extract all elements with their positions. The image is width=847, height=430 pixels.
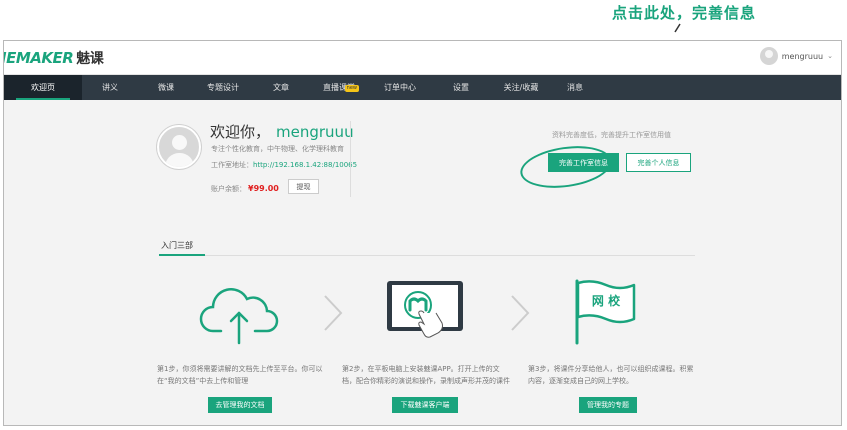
- manage-topics-button[interactable]: 管理我的专题: [579, 397, 637, 413]
- school-flag-icon: 网 校: [575, 279, 636, 345]
- profile-username: mengruuu: [276, 123, 354, 141]
- download-client-button[interactable]: 下载魅课客户端: [392, 397, 458, 413]
- annotation-text: 点击此处，完善信息: [612, 4, 757, 22]
- step-3-desc: 第3步，将课件分享给他人，也可以组织成课程。积累 内容，逐渐变成自己的网上学校。: [528, 365, 694, 385]
- complete-personal-info-button[interactable]: 完善个人信息: [626, 153, 691, 172]
- completion-hint: 资料完善度低，完善提升工作室信用值: [552, 131, 671, 139]
- chevron-down-icon: ⌄: [827, 52, 833, 60]
- welcome-heading: 欢迎你， mengruuu: [210, 123, 354, 141]
- flag-text: 网 校: [592, 293, 621, 308]
- nav-item-live-class[interactable]: 直播课堂 new: [310, 75, 368, 100]
- withdraw-button[interactable]: 提现: [288, 179, 319, 194]
- user-menu[interactable]: mengruuu ⌄: [759, 47, 833, 65]
- account-balance: 账户余额： ¥99.00: [211, 184, 279, 193]
- nav-item-handouts[interactable]: 讲义: [82, 75, 138, 100]
- nav-item-follow[interactable]: 关注/收藏: [490, 75, 552, 100]
- section-divider: [159, 255, 695, 256]
- tablet-app-icon: [387, 281, 463, 338]
- profile-avatar: [157, 125, 201, 169]
- nav-item-articles[interactable]: 文章: [252, 75, 310, 100]
- divider: [350, 121, 351, 197]
- manage-documents-button[interactable]: 去管理我的文档: [208, 397, 272, 413]
- nav-item-microcourse[interactable]: 微课: [138, 75, 194, 100]
- balance-amount: ¥99.00: [248, 184, 279, 193]
- studio-url-link[interactable]: http://192.168.1.42:88/10065: [253, 161, 357, 169]
- section-title: 入门三部: [161, 241, 193, 250]
- logo-cn-text: 魅课: [76, 51, 104, 67]
- chevron-right-icon: [324, 295, 343, 331]
- logo[interactable]: IEMAKER 魅课: [3, 48, 104, 68]
- new-badge: new: [344, 85, 359, 92]
- main-nav: 欢迎页 讲义 微课 专题设计 文章 直播课堂 new 订单中心 设置 关注/收藏 …: [4, 75, 841, 100]
- nav-item-welcome[interactable]: 欢迎页: [4, 75, 82, 100]
- nav-item-messages[interactable]: 消息: [552, 75, 598, 100]
- nav-item-orders[interactable]: 订单中心: [368, 75, 432, 100]
- nav-item-settings[interactable]: 设置: [432, 75, 490, 100]
- section-tab-underline: [159, 254, 205, 256]
- profile-intro: 专注个性化教育，中午物理、化学理科教育: [211, 145, 344, 153]
- chevron-right-icon: [511, 295, 530, 331]
- nav-item-topic-design[interactable]: 专题设计: [194, 75, 252, 100]
- step-1-desc: 第1步，你须将需要讲解的文档先上传至平台。你可以 在“我的文档”中去上传和管理: [157, 365, 323, 385]
- browser-viewport: IEMAKER 魅课 mengruuu ⌄ 欢迎页 讲义 微课 专题设计 文章 直…: [3, 40, 842, 426]
- top-header: IEMAKER 魅课 mengruuu ⌄: [4, 41, 841, 75]
- logo-text: IEMAKER: [3, 49, 74, 67]
- avatar: [759, 47, 778, 65]
- cloud-upload-icon: [199, 288, 279, 345]
- username-label: mengruuu: [781, 51, 824, 61]
- highlight-circle: [517, 140, 615, 194]
- step-2-desc: 第2步，在平板电脑上安装魅课APP。打开上传的文 档，配合你精彩的演说和操作，录…: [342, 365, 510, 385]
- studio-address: 工作室地址：http://192.168.1.42:88/10065: [211, 161, 358, 169]
